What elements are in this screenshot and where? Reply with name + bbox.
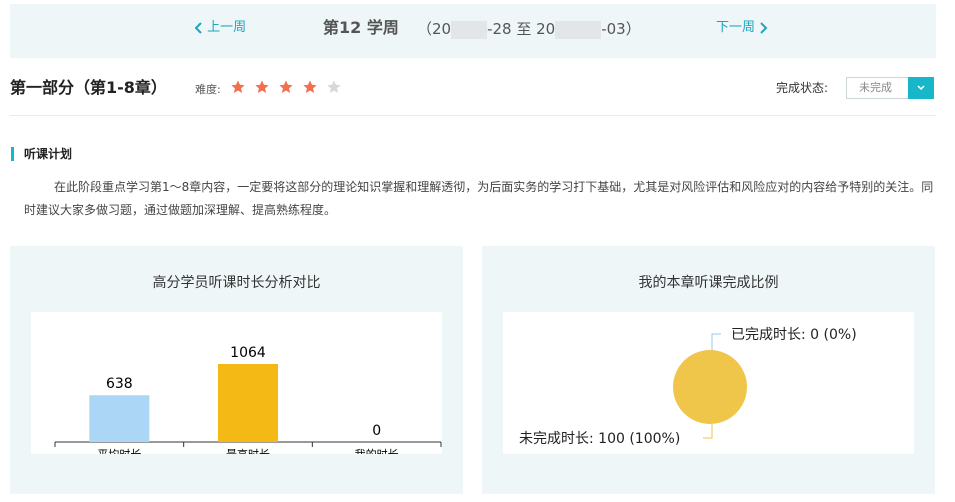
week-range-mid: -28 至 20 [487, 20, 556, 38]
redacted-block [555, 20, 602, 39]
chevron-right-icon [760, 21, 768, 34]
bar-data-label: 638 [106, 376, 133, 392]
chevron-down-icon [917, 85, 925, 91]
status-label: 完成状态: [776, 81, 829, 95]
bar-chart-canvas: 638 平均时长 1064 最高时长 0 我的时长 [31, 312, 442, 461]
difficulty-stars [230, 79, 350, 97]
chevron-left-icon [194, 21, 202, 34]
week-range-prefix: （20 [417, 20, 452, 38]
redacted-block [451, 20, 488, 39]
status-value: 未完成 [859, 81, 892, 94]
star-filled-icon [255, 80, 269, 93]
plan-text: 在此阶段重点学习第1～8章内容，一定要将这部分的理论知识掌握和理解透彻，为后面实… [24, 180, 934, 217]
pie-slice [673, 350, 747, 424]
star-empty-icon [327, 80, 341, 93]
star-filled-icon [279, 80, 293, 93]
star-filled-icon [231, 80, 245, 93]
status-select[interactable]: 未完成 [846, 77, 934, 99]
prev-week-label: 上一周 [207, 20, 247, 35]
pie-chart-canvas: 已完成时长: 0 (0%) 未完成时长: 100 (100%) [503, 312, 914, 454]
bar-chart-title: 高分学员听课时长分析对比 [152, 275, 321, 291]
bar [218, 364, 278, 442]
week-range: （20 -28 至 20 -03） [417, 19, 641, 39]
bar-chart-panel: 高分学员听课时长分析对比 638 平均时长 1064 最高时长 0 我的时长 [10, 246, 463, 494]
x-tick-label: 平均时长 [97, 448, 141, 454]
difficulty-label: 难度: [195, 83, 221, 96]
next-week-link[interactable]: 下一周 [716, 20, 768, 36]
bar [89, 395, 150, 442]
pie-leader-line [711, 333, 721, 350]
prev-week-link[interactable]: 上一周 [194, 20, 246, 36]
next-week-label: 下一周 [716, 20, 756, 35]
pie-slice-label: 已完成时长: 0 (0%) [731, 327, 857, 343]
status-dropdown-button[interactable] [908, 77, 934, 99]
x-tick-label: 我的时长 [355, 447, 399, 454]
bar-chart: 638 平均时长 1064 最高时长 0 我的时长 [54, 345, 442, 461]
pie-chart: 已完成时长: 0 (0%) 未完成时长: 100 (100%) [519, 327, 857, 447]
pie-chart-panel: 我的本章听课完成比例 已完成时长: 0 (0%) 未完成时长: 100 (100%… [482, 246, 935, 494]
week-range-suffix: -03） [601, 20, 641, 38]
pie-leader-line [703, 424, 713, 439]
section-title: 第一部分（第1-8章） [10, 78, 167, 97]
pie-chart-title: 我的本章听课完成比例 [638, 275, 779, 291]
week-title: 第12 学周 [323, 18, 399, 37]
bar-data-label: 1064 [230, 345, 266, 361]
pie-slice-label: 未完成时长: 100 (100%) [519, 431, 680, 447]
plan-title: 听课计划 [24, 147, 73, 161]
divider [10, 115, 936, 116]
star-filled-icon [303, 80, 317, 93]
plan-accent-bar [11, 147, 14, 161]
bar-data-label: 0 [372, 423, 381, 439]
x-tick-label: 最高时长 [226, 447, 270, 454]
